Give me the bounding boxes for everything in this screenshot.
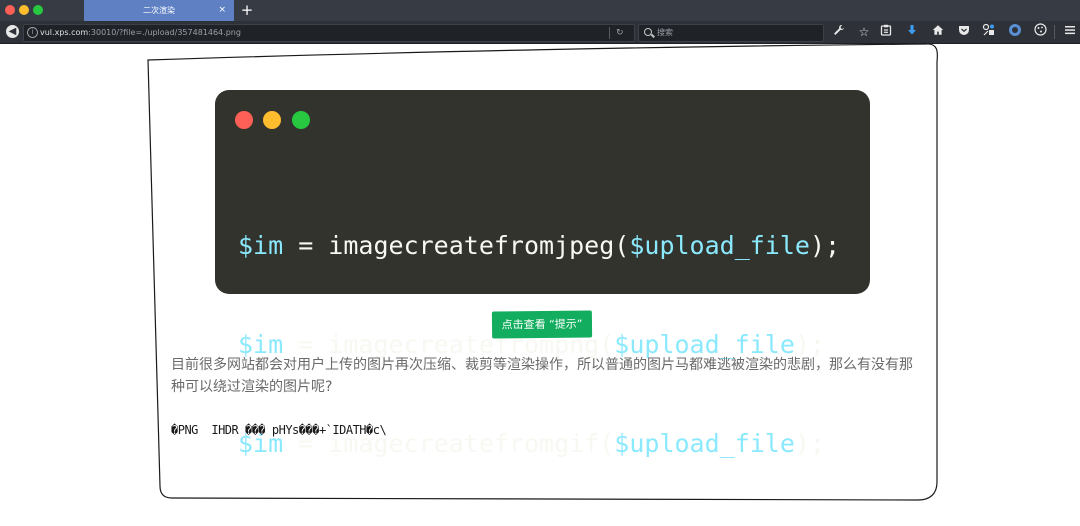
url-divider <box>609 27 610 39</box>
window-close-button[interactable] <box>5 5 15 15</box>
tab-strip: 二次渲染 × + <box>0 0 1080 21</box>
window-maximize-button[interactable] <box>33 5 43 15</box>
url-host: vul.xps.com <box>40 28 89 37</box>
navigation-bar: ◀ i vul.xps.com:30010/?file=./upload/357… <box>0 21 1080 44</box>
extension-icon[interactable] <box>980 23 998 41</box>
cookie-icon[interactable] <box>1031 23 1049 41</box>
toolbar-divider <box>1054 25 1055 39</box>
pocket-icon[interactable] <box>955 23 973 41</box>
uploaded-file-output: �PNG IHDR ��� pHYs���+`IDATH�c\ <box>171 423 387 437</box>
challenge-description: 目前很多网站都会对用户上传的图片再次压缩、裁剪等渲染操作，所以普通的图片马都难逃… <box>171 357 913 395</box>
code-end: ); <box>794 429 826 458</box>
star-icon[interactable]: ☆ <box>855 23 873 41</box>
info-icon[interactable]: i <box>27 27 38 38</box>
code-argument: $upload_file <box>629 231 810 260</box>
code-window-green-dot <box>292 111 310 129</box>
code-argument: $upload_file <box>614 429 795 458</box>
home-icon[interactable] <box>929 23 947 41</box>
code-line: $im = imagecreatefromjpeg($upload_file); <box>238 229 840 262</box>
download-icon[interactable] <box>903 23 921 41</box>
code-snippet: $im = imagecreatefromjpeg($upload_file);… <box>238 163 840 526</box>
code-window-yellow-dot <box>263 111 281 129</box>
url-text[interactable]: vul.xps.com:30010/?file=./upload/3574814… <box>40 25 241 41</box>
search-icon <box>644 28 652 36</box>
reload-icon[interactable]: ↻ <box>616 25 624 41</box>
tab-active[interactable]: 二次渲染 × <box>84 0 234 21</box>
code-end: ); <box>809 231 841 260</box>
reading-list-icon[interactable] <box>877 23 895 41</box>
code-window-red-dot <box>235 111 253 129</box>
tab-close-icon[interactable]: × <box>218 0 226 21</box>
tab-title: 二次渲染 <box>143 6 175 15</box>
code-window: $im = imagecreatefromjpeg($upload_file);… <box>215 90 870 458</box>
ublock-icon[interactable] <box>1006 23 1024 41</box>
menu-icon[interactable] <box>1061 23 1079 41</box>
back-icon[interactable]: ◀ <box>6 25 19 38</box>
search-box[interactable] <box>638 24 824 42</box>
window-minimize-button[interactable] <box>19 5 29 15</box>
url-path: :30010/?file=./upload/357481464.png <box>88 28 241 37</box>
code-call: = imagecreatefromjpeg( <box>283 231 630 260</box>
new-tab-button[interactable]: + <box>240 0 254 21</box>
url-bar[interactable]: i vul.xps.com:30010/?file=./upload/35748… <box>23 24 635 42</box>
show-hint-button[interactable]: 点击查看 “提示” <box>491 310 593 339</box>
search-input[interactable] <box>657 26 817 39</box>
wrench-icon[interactable] <box>830 23 848 41</box>
code-variable: $im <box>238 231 284 260</box>
